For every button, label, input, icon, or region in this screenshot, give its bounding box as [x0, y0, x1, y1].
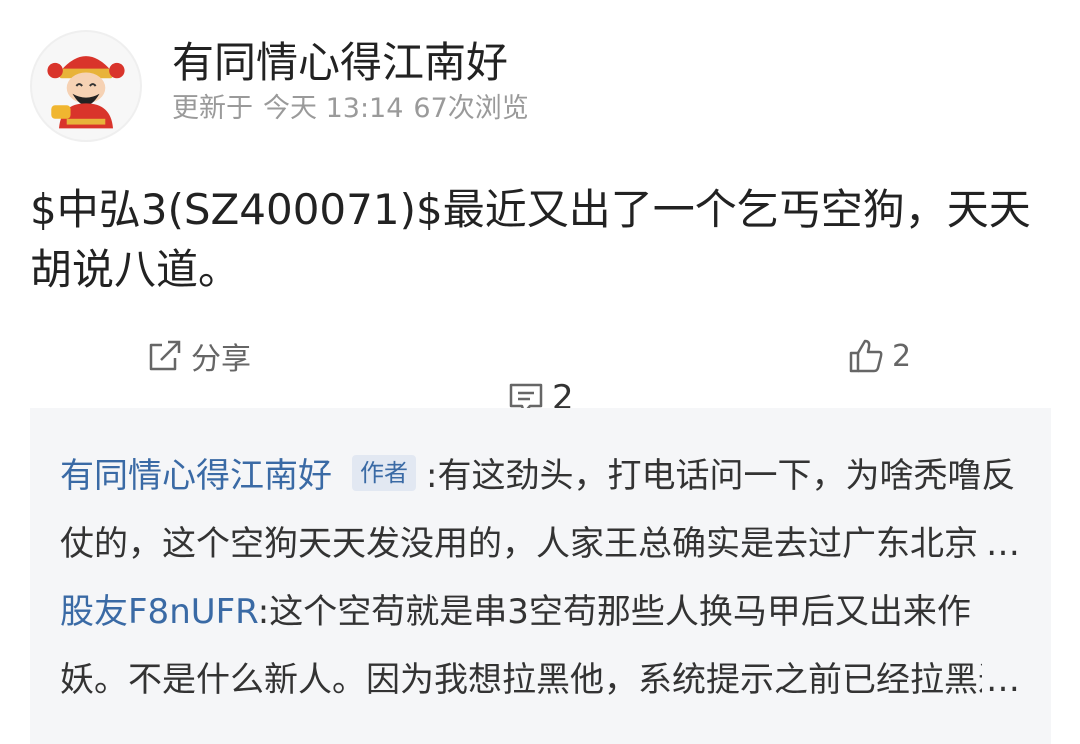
like-count: 2	[892, 338, 912, 374]
comment-author[interactable]: 股友F8nUFR	[60, 592, 258, 632]
post-body: $中弘3(SZ400071)$最近又出了一个乞丐空狗，天天胡说八道。	[30, 180, 1050, 300]
like-button[interactable]: 2	[846, 330, 911, 382]
share-icon	[149, 340, 181, 371]
post-page: 有同情心得江南好 更新于 今天 13:14 67次浏览 $中弘3(SZ400071)…	[0, 0, 1080, 744]
updated-label: 更新于	[172, 93, 253, 124]
share-button[interactable]: 分享	[145, 330, 251, 382]
author-name[interactable]: 有同情心得江南好	[172, 38, 508, 88]
author-badge: 作者	[352, 455, 416, 491]
post-meta: 更新于 今天 13:14 67次浏览	[172, 92, 539, 126]
stock-link[interactable]: $中弘3(SZ400071)$	[30, 185, 443, 234]
ellipsis: …	[982, 510, 1020, 578]
comment-item[interactable]: 有同情心得江南好 作者:有这劲头，打电话问一下，为啥秃噜反仗的，这个空狗天天发没用…	[60, 442, 1020, 578]
avatar-caishen-icon	[47, 56, 125, 129]
view-count: 67次浏览	[413, 93, 529, 124]
comment-author[interactable]: 有同情心得江南好	[60, 456, 332, 496]
comment-list: 有同情心得江南好 作者:有这劲头，打电话问一下，为啥秃噜反仗的，这个空狗天天发没用…	[30, 408, 1051, 744]
ellipsis: …	[982, 646, 1020, 714]
share-label: 分享	[191, 342, 251, 377]
avatar[interactable]	[30, 30, 142, 142]
comment-item[interactable]: 股友F8nUFR:这个空苟就是串3空苟那些人换马甲后又出来作妖。不是什么新人。因…	[60, 578, 1020, 714]
updated-time: 今天 13:14	[263, 93, 404, 124]
action-bar: 分享 2 2	[0, 330, 1080, 418]
thumbs-up-icon	[849, 339, 883, 373]
